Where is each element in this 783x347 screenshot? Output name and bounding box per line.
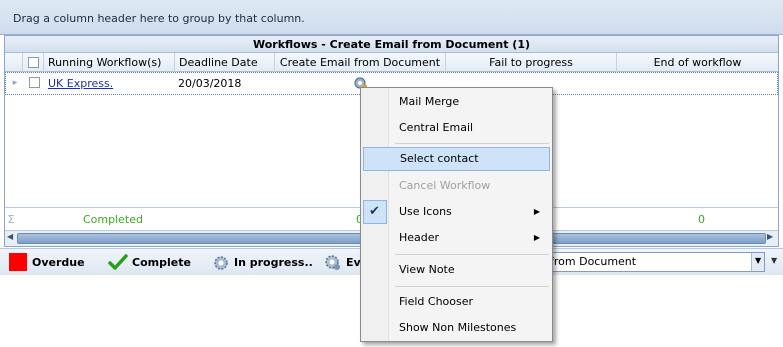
menu-item-view-note[interactable]: View Note <box>363 258 550 282</box>
menu-item-use-icons-label: Use Icons <box>399 205 452 218</box>
menu-item-use-icons[interactable]: Use Icons ▶ <box>363 200 550 224</box>
menu-item-header[interactable]: Header ▶ <box>363 226 550 250</box>
deadline-cell: 20/03/2018 <box>178 77 242 90</box>
events-gear-icon <box>324 254 342 272</box>
overdue-label: Overdue <box>32 256 85 269</box>
menu-separator <box>395 254 549 255</box>
row-indicator-icon: ▸ <box>12 78 18 88</box>
column-header-deadline-date[interactable]: Deadline Date <box>175 53 275 72</box>
workflow-link[interactable]: UK Express. <box>48 73 113 94</box>
column-header-end-of-workflow[interactable]: End of workflow <box>617 53 778 72</box>
in-progress-label: In progress.. <box>234 256 313 269</box>
workflow-select-value: from Document <box>550 255 637 268</box>
menu-separator <box>395 286 549 287</box>
menu-item-central-email[interactable]: Central Email <box>363 116 550 140</box>
column-header-running-workflows[interactable]: Running Workflow(s) <box>44 53 175 72</box>
grid-title: Workflows - Create Email from Document (… <box>5 36 778 53</box>
column-header-fail-to-progress[interactable]: Fail to progress <box>446 53 617 72</box>
completed-summary: Completed <box>83 213 143 226</box>
select-all-header[interactable] <box>23 53 44 72</box>
chevron-down-icon: ▼ <box>755 256 762 265</box>
menu-item-field-chooser[interactable]: Field Chooser <box>363 290 550 314</box>
summary-sigma-icon: Σ <box>7 213 15 226</box>
context-menu: Mail Merge Central Email Select contact … <box>360 87 553 342</box>
overdue-color-swatch <box>9 253 27 271</box>
row-checkbox[interactable] <box>29 77 40 88</box>
group-by-panel[interactable]: Drag a column header here to group by th… <box>0 0 783 35</box>
submenu-arrow-icon: ▶ <box>533 233 540 242</box>
menu-item-cancel-workflow: Cancel Workflow <box>399 179 491 192</box>
menu-item-show-non-milestones[interactable]: Show Non Milestones <box>363 316 550 340</box>
column-header-row: Running Workflow(s) Deadline Date Create… <box>5 53 778 72</box>
workflow-select[interactable]: from Document <box>543 252 765 272</box>
column-header-create-email[interactable]: Create Email from Document <box>275 53 446 72</box>
menu-separator <box>395 143 549 144</box>
complete-label: Complete <box>132 256 191 269</box>
end-of-workflow-summary: 0 <box>698 213 705 226</box>
scroll-left-icon[interactable]: ◀ <box>7 232 13 241</box>
in-progress-gear-icon <box>212 254 230 272</box>
menu-item-mail-merge[interactable]: Mail Merge <box>363 90 550 114</box>
events-label: Ev <box>346 256 361 269</box>
complete-check-icon <box>108 254 128 271</box>
overflow-chevron-icon[interactable]: ▼ <box>771 256 781 268</box>
submenu-arrow-icon: ▶ <box>533 207 540 216</box>
select-all-checkbox[interactable] <box>28 57 39 68</box>
menu-item-header-label: Header <box>399 231 440 244</box>
row-indicator-header <box>5 53 23 72</box>
workflow-select-dropdown-button[interactable]: ▼ <box>751 253 764 271</box>
scroll-right-icon[interactable]: ▶ <box>767 232 773 241</box>
menu-item-select-contact[interactable]: Select contact <box>363 147 550 171</box>
group-by-hint: Drag a column header here to group by th… <box>13 12 305 25</box>
